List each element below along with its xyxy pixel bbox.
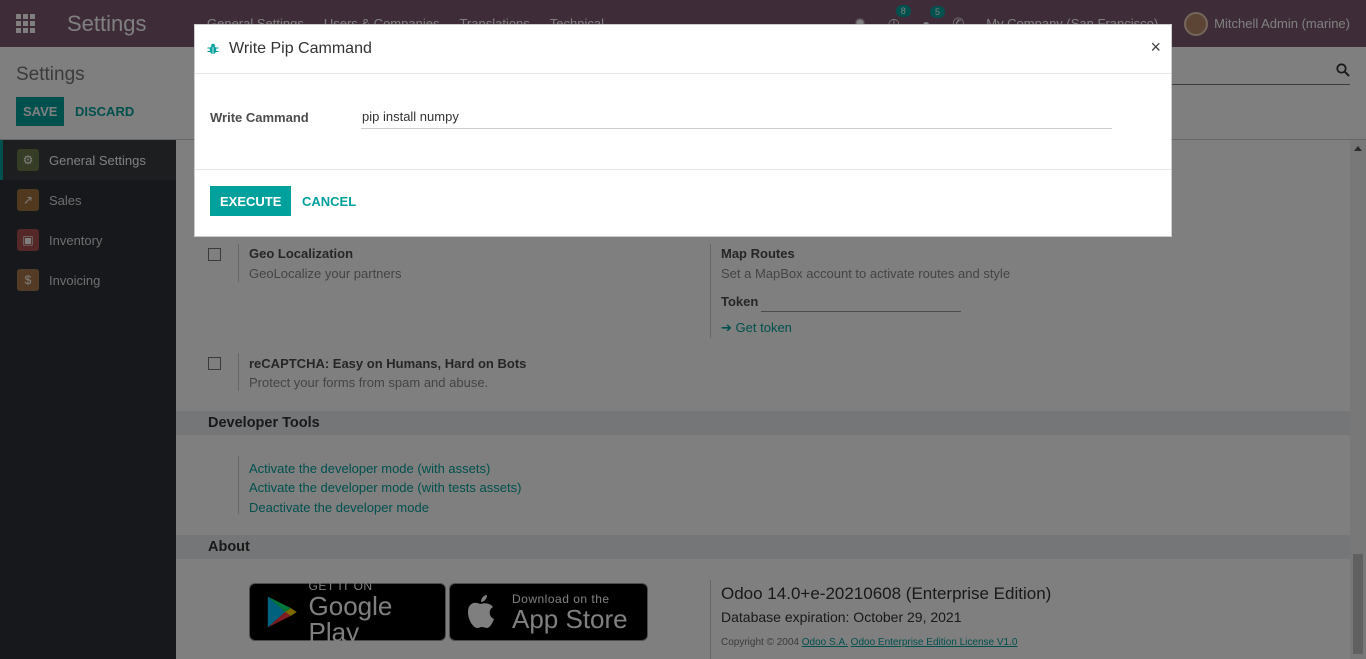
dialog-footer: EXECUTE CANCEL <box>195 170 1171 237</box>
dialog-title: Write Pip Cammand <box>229 40 372 57</box>
bug-icon <box>207 43 219 54</box>
command-input[interactable] <box>361 104 1112 129</box>
dialog-body: Write Cammand <box>195 74 1171 170</box>
pip-command-dialog: Write Pip Cammand × Write Cammand EXECUT… <box>194 24 1172 237</box>
cancel-button[interactable]: CANCEL <box>302 186 356 216</box>
close-icon[interactable]: × <box>1150 37 1161 58</box>
dialog-header: Write Pip Cammand × <box>195 25 1171 74</box>
command-field-label: Write Cammand <box>210 110 309 125</box>
execute-button[interactable]: EXECUTE <box>210 186 292 216</box>
